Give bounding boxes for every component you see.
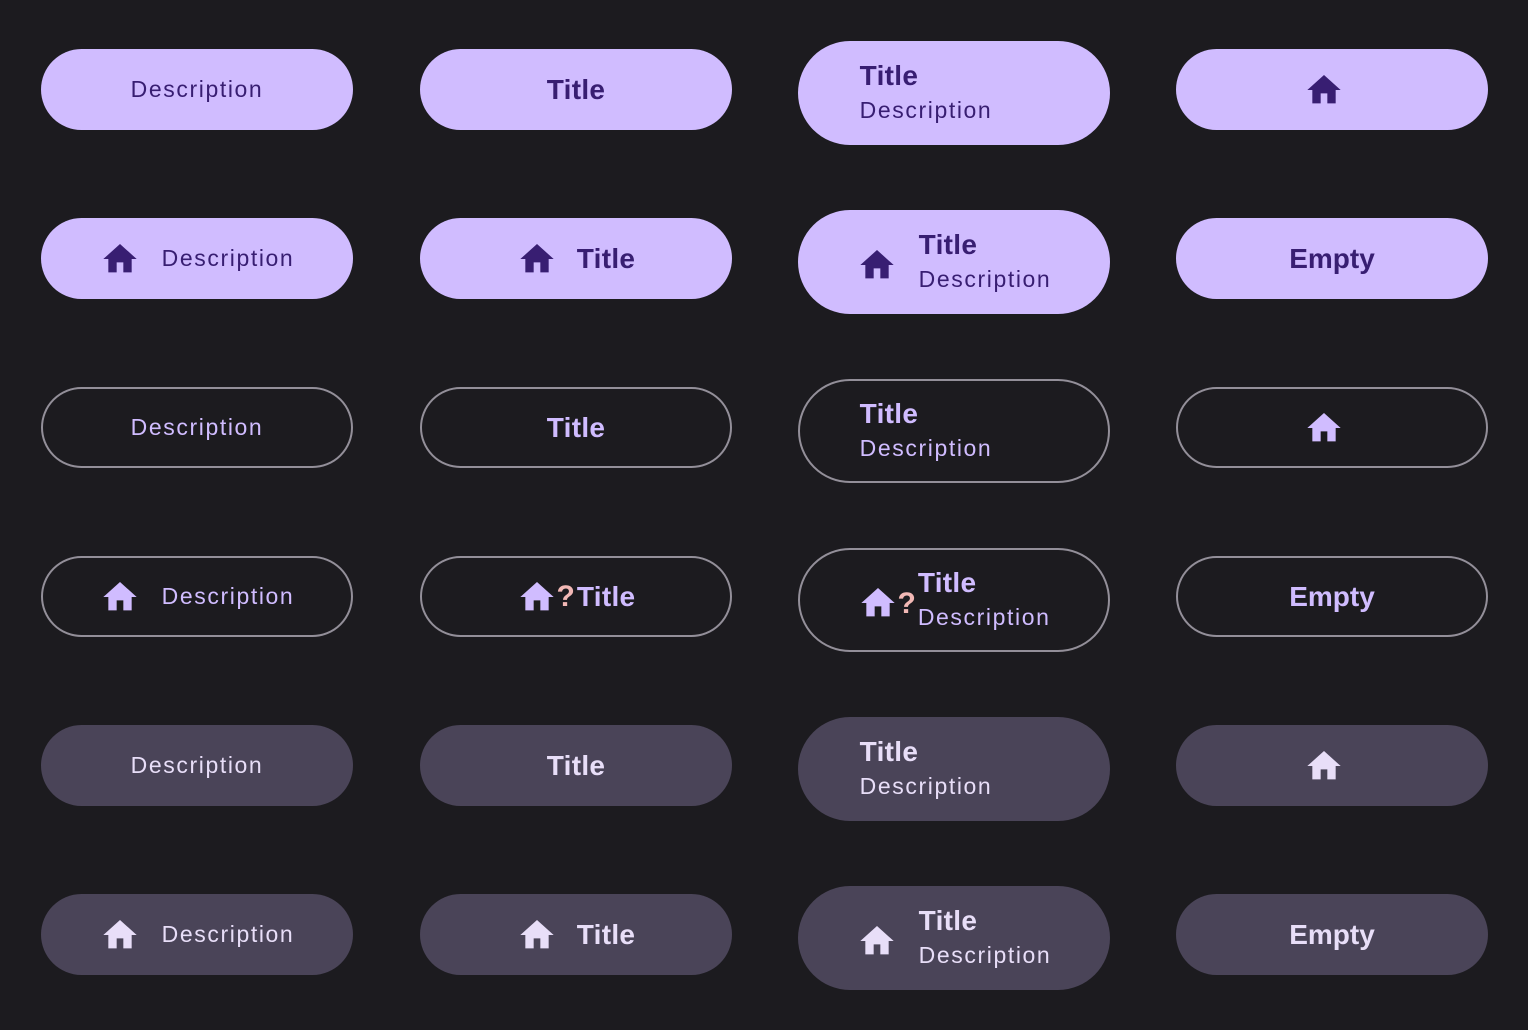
home-icon	[100, 915, 140, 955]
tonal-description-button[interactable]: Description	[41, 725, 353, 806]
tonal-icon-title-description-button[interactable]: Title Description	[798, 886, 1110, 990]
filled-icon-title-button[interactable]: Title	[420, 218, 732, 299]
filled-icon-title-description-button[interactable]: Title Description	[798, 210, 1110, 314]
home-icon	[1304, 408, 1344, 448]
button-description: Description	[859, 435, 993, 461]
button-empty-label: Empty	[1289, 918, 1375, 950]
button-empty-label: Empty	[1289, 580, 1375, 612]
tonal-title-description-button[interactable]: Title Description	[798, 717, 1110, 821]
home-icon	[857, 921, 897, 961]
outlined-empty-button[interactable]: Empty	[1176, 556, 1488, 637]
button-description: Description	[918, 266, 1052, 292]
button-title: Title	[859, 60, 919, 91]
tonal-empty-button[interactable]: Empty	[1176, 894, 1488, 975]
home-icon	[857, 245, 897, 285]
button-title: Title	[917, 567, 977, 598]
button-title: Title	[859, 398, 919, 429]
button-title: Title	[918, 905, 978, 936]
button-title: Title	[546, 411, 606, 443]
home-icon	[517, 577, 557, 617]
tonal-icon-button[interactable]	[1176, 725, 1488, 806]
outlined-title-button[interactable]: Title	[420, 387, 732, 468]
outlined-description-button[interactable]: Description	[41, 387, 353, 468]
tonal-title-button[interactable]: Title	[420, 725, 732, 806]
button-title: Title	[546, 73, 606, 105]
button-description: Description	[130, 76, 264, 102]
button-description: Description	[859, 773, 993, 799]
outlined-icon-description-button[interactable]: Description	[41, 556, 353, 637]
button-description: Description	[161, 921, 295, 947]
button-description: Description	[918, 942, 1052, 968]
button-title: Title	[918, 229, 978, 260]
button-title: Title	[576, 918, 636, 950]
filled-description-button[interactable]: Description	[41, 49, 353, 130]
home-icon	[100, 239, 140, 279]
button-title: Title	[576, 242, 636, 274]
filled-icon-description-button[interactable]: Description	[41, 218, 353, 299]
missing-glyph: ?	[556, 579, 575, 613]
home-icon	[517, 239, 557, 279]
outlined-icon-button[interactable]	[1176, 387, 1488, 468]
filled-empty-button[interactable]: Empty	[1176, 218, 1488, 299]
home-icon	[517, 915, 557, 955]
button-title: Title	[576, 580, 636, 612]
filled-title-button[interactable]: Title	[420, 49, 732, 130]
missing-glyph: ?	[897, 587, 916, 620]
button-description: Description	[917, 604, 1051, 630]
home-icon	[858, 583, 898, 623]
button-description: Description	[161, 245, 295, 271]
tonal-icon-description-button[interactable]: Description	[41, 894, 353, 975]
outlined-icon-title-button[interactable]: ? Title	[420, 556, 732, 637]
button-description: Description	[130, 752, 264, 778]
outlined-title-description-button[interactable]: Title Description	[798, 379, 1110, 483]
filled-icon-button[interactable]	[1176, 49, 1488, 130]
button-empty-label: Empty	[1289, 242, 1375, 274]
home-icon	[1304, 70, 1344, 110]
button-description: Description	[859, 97, 993, 123]
home-icon	[1304, 746, 1344, 786]
button-title: Title	[546, 749, 606, 781]
button-description: Description	[161, 583, 295, 609]
filled-title-description-button[interactable]: Title Description	[798, 41, 1110, 145]
outlined-icon-title-description-button[interactable]: ? Title Description	[798, 548, 1110, 652]
button-title: Title	[859, 736, 919, 767]
tonal-icon-title-button[interactable]: Title	[420, 894, 732, 975]
home-icon	[100, 577, 140, 617]
button-description: Description	[130, 414, 264, 440]
